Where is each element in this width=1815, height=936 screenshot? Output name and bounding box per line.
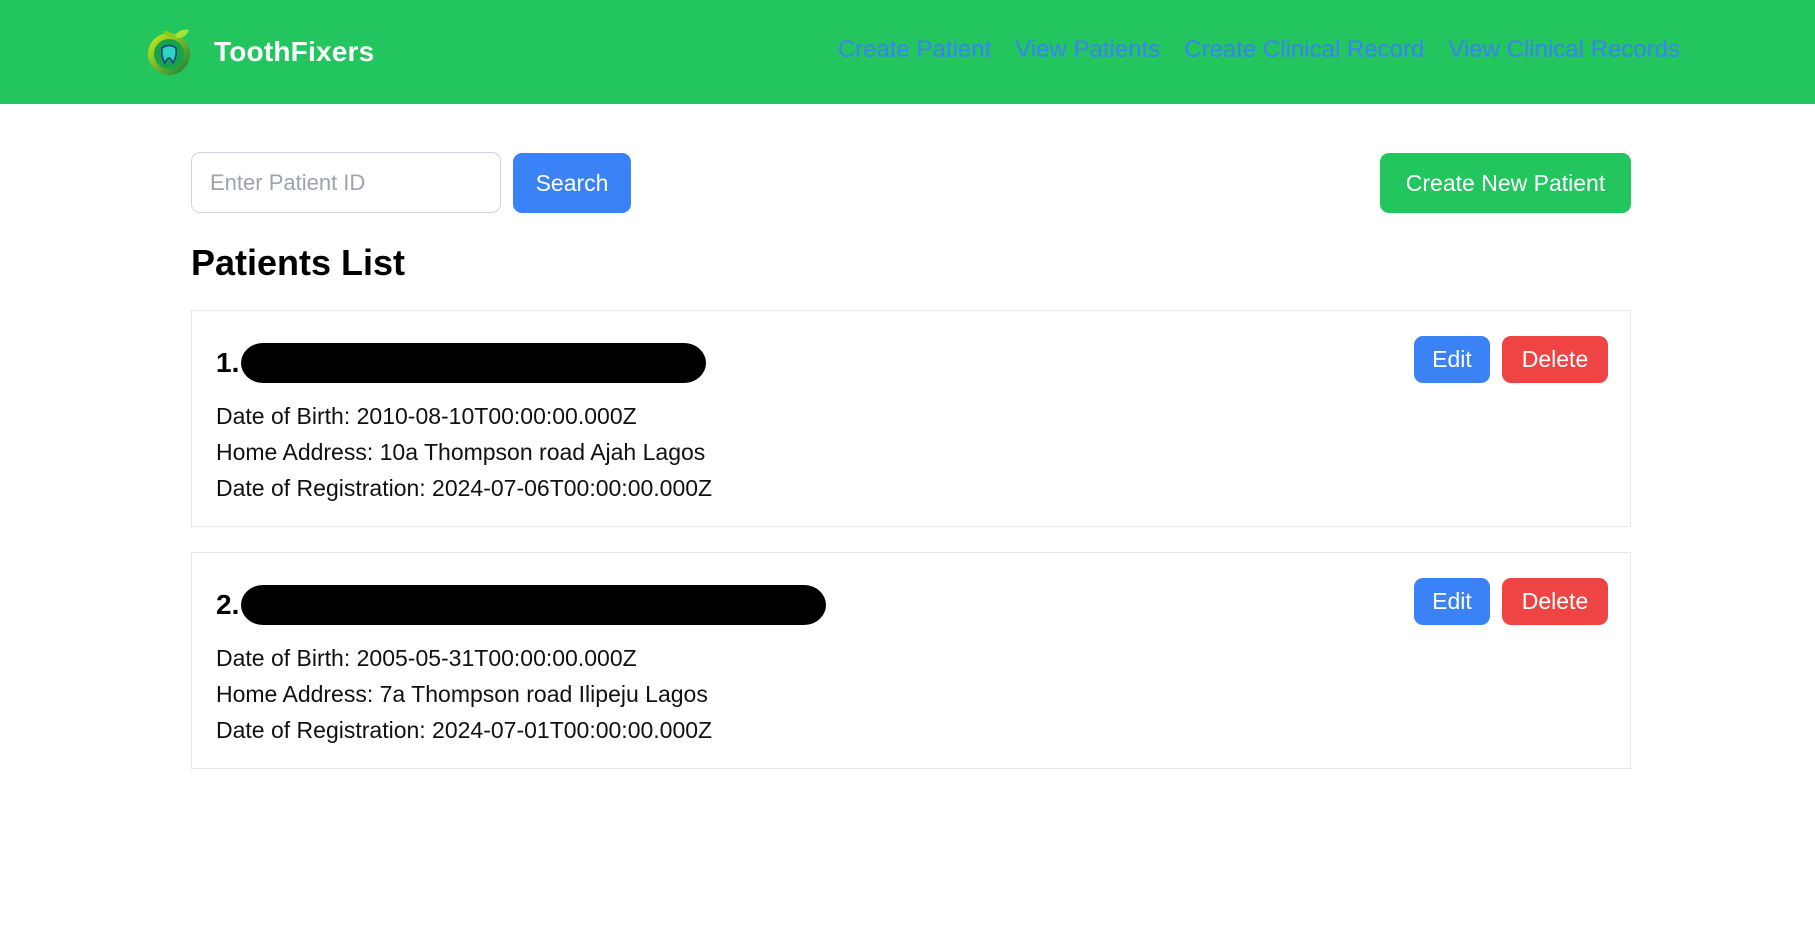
- delete-patient-button[interactable]: Delete: [1502, 578, 1608, 625]
- tooth-logo-icon: [148, 29, 190, 75]
- delete-patient-button[interactable]: Delete: [1502, 336, 1608, 383]
- create-new-patient-button[interactable]: Create New Patient: [1380, 153, 1631, 213]
- patient-dob: Date of Birth: 2005-05-31T00:00:00.000Z: [216, 645, 637, 671]
- patient-id-search-input[interactable]: [191, 152, 501, 213]
- patient-address: Home Address: 7a Thompson road Ilipeju L…: [216, 681, 708, 707]
- redacted-patient-name: [241, 585, 827, 625]
- patient-registration-date: Date of Registration: 2024-07-01T00:00:0…: [216, 717, 713, 743]
- patient-name: 1.: [216, 341, 707, 385]
- redacted-patient-name: [241, 343, 707, 383]
- top-navbar: ToothFixers Create Patient View Patients…: [0, 0, 1815, 104]
- patient-name: 2.: [216, 583, 827, 627]
- page-title: Patients List: [191, 242, 406, 283]
- edit-patient-button[interactable]: Edit: [1414, 578, 1490, 625]
- brand[interactable]: ToothFixers: [145, 26, 374, 78]
- patient-index: 1.: [216, 347, 240, 378]
- edit-patient-button[interactable]: Edit: [1414, 336, 1490, 383]
- patient-card: 1. Date of Birth: 2010-08-10T00:00:00.00…: [191, 310, 1631, 527]
- patient-dob: Date of Birth: 2010-08-10T00:00:00.000Z: [216, 403, 637, 429]
- nav-link-create-clinical-record[interactable]: Create Clinical Record: [1184, 36, 1424, 64]
- patient-address: Home Address: 10a Thompson road Ajah Lag…: [216, 439, 706, 465]
- brand-name: ToothFixers: [214, 36, 375, 67]
- nav-link-create-patient[interactable]: Create Patient: [838, 36, 991, 64]
- patient-index: 2.: [216, 589, 240, 620]
- nav-link-view-patients[interactable]: View Patients: [1015, 36, 1160, 64]
- search-button[interactable]: Search: [513, 153, 631, 213]
- patient-registration-date: Date of Registration: 2024-07-06T00:00:0…: [216, 475, 713, 501]
- nav-link-view-clinical-records[interactable]: View Clinical Records: [1448, 36, 1680, 64]
- nav-links: Create Patient View Patients Create Clin…: [838, 36, 1680, 64]
- patient-card: 2. Date of Birth: 2005-05-31T00:00:00.00…: [191, 552, 1631, 769]
